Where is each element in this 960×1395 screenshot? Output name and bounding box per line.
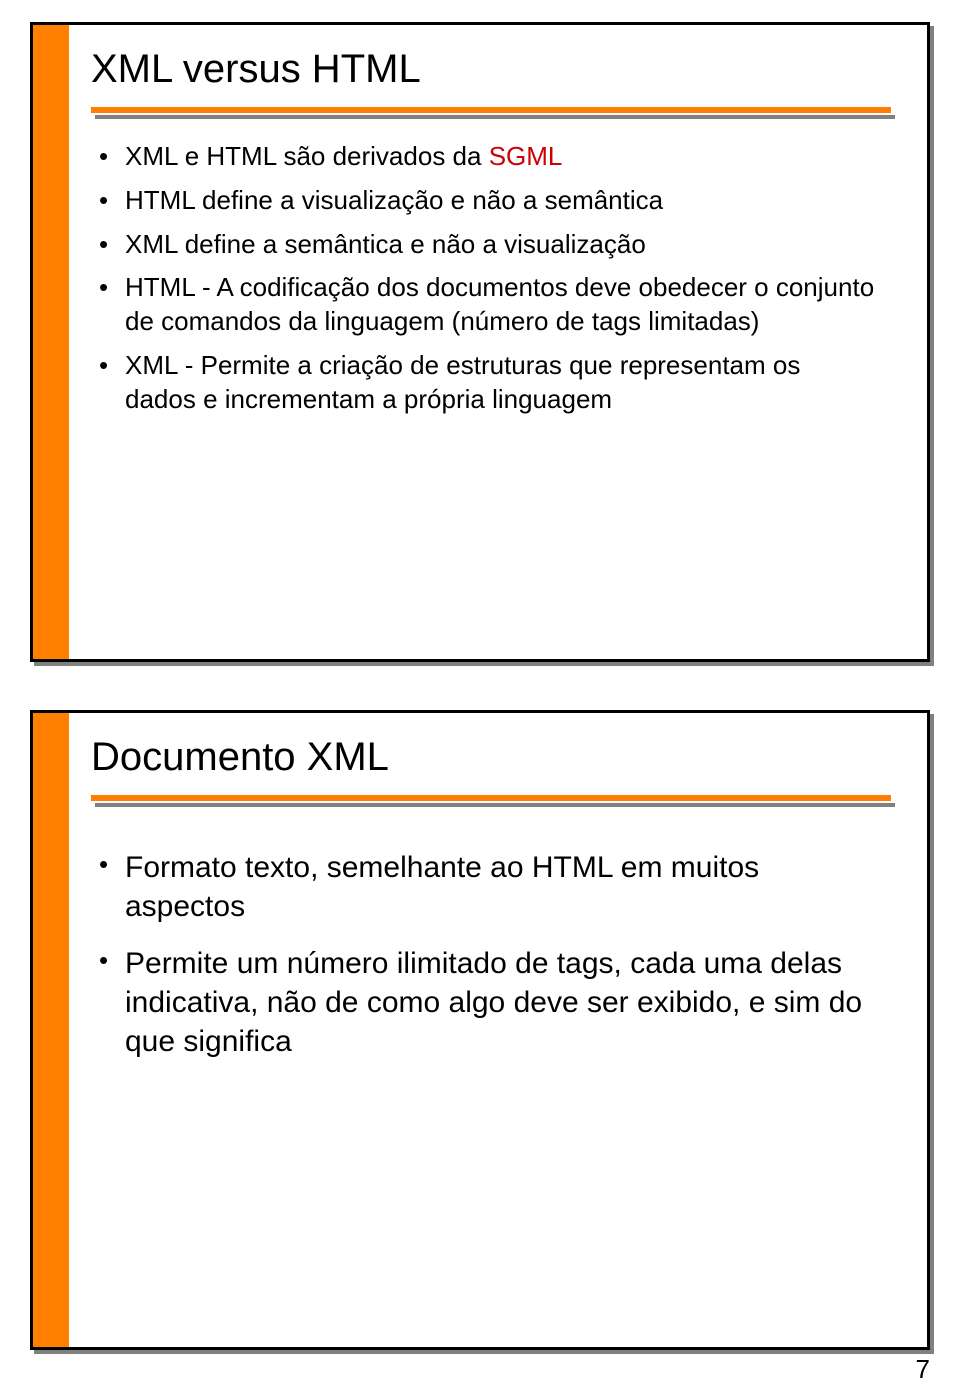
bullet-item: XML define a semântica e não a visualiza… xyxy=(99,228,877,262)
orange-sidebar xyxy=(33,713,69,1347)
bullet-item: XML - Permite a criação de estruturas qu… xyxy=(99,349,877,417)
bullet-item: HTML define a visualização e não a semân… xyxy=(99,184,877,218)
title-shadow xyxy=(95,115,895,119)
bullet-item: Formato texto, semelhante ao HTML em mui… xyxy=(99,848,877,926)
page-number: 7 xyxy=(916,1354,930,1385)
title-underline xyxy=(91,107,891,113)
slide-1: XML versus HTML XML e HTML são derivados… xyxy=(30,22,930,662)
bullet-item: XML e HTML são derivados da SGML xyxy=(99,140,877,174)
bullet-item: Permite um número ilimitado de tags, cad… xyxy=(99,944,877,1061)
slide-2: Documento XML Formato texto, semelhante … xyxy=(30,710,930,1350)
title-underline xyxy=(91,795,891,801)
bullet-list: Formato texto, semelhante ao HTML em mui… xyxy=(99,848,877,1061)
slide-title: XML versus HTML xyxy=(91,47,421,92)
orange-sidebar xyxy=(33,25,69,659)
slide-content: XML e HTML são derivados da SGML HTML de… xyxy=(99,140,877,427)
title-shadow xyxy=(95,803,895,807)
bullet-text-red: SGML xyxy=(489,141,563,171)
bullet-item: HTML - A codificação dos documentos deve… xyxy=(99,271,877,339)
slide-title: Documento XML xyxy=(91,735,389,780)
bullet-list: XML e HTML são derivados da SGML HTML de… xyxy=(99,140,877,417)
bullet-text: XML e HTML são derivados da xyxy=(125,141,489,171)
slide-content: Formato texto, semelhante ao HTML em mui… xyxy=(99,848,877,1071)
